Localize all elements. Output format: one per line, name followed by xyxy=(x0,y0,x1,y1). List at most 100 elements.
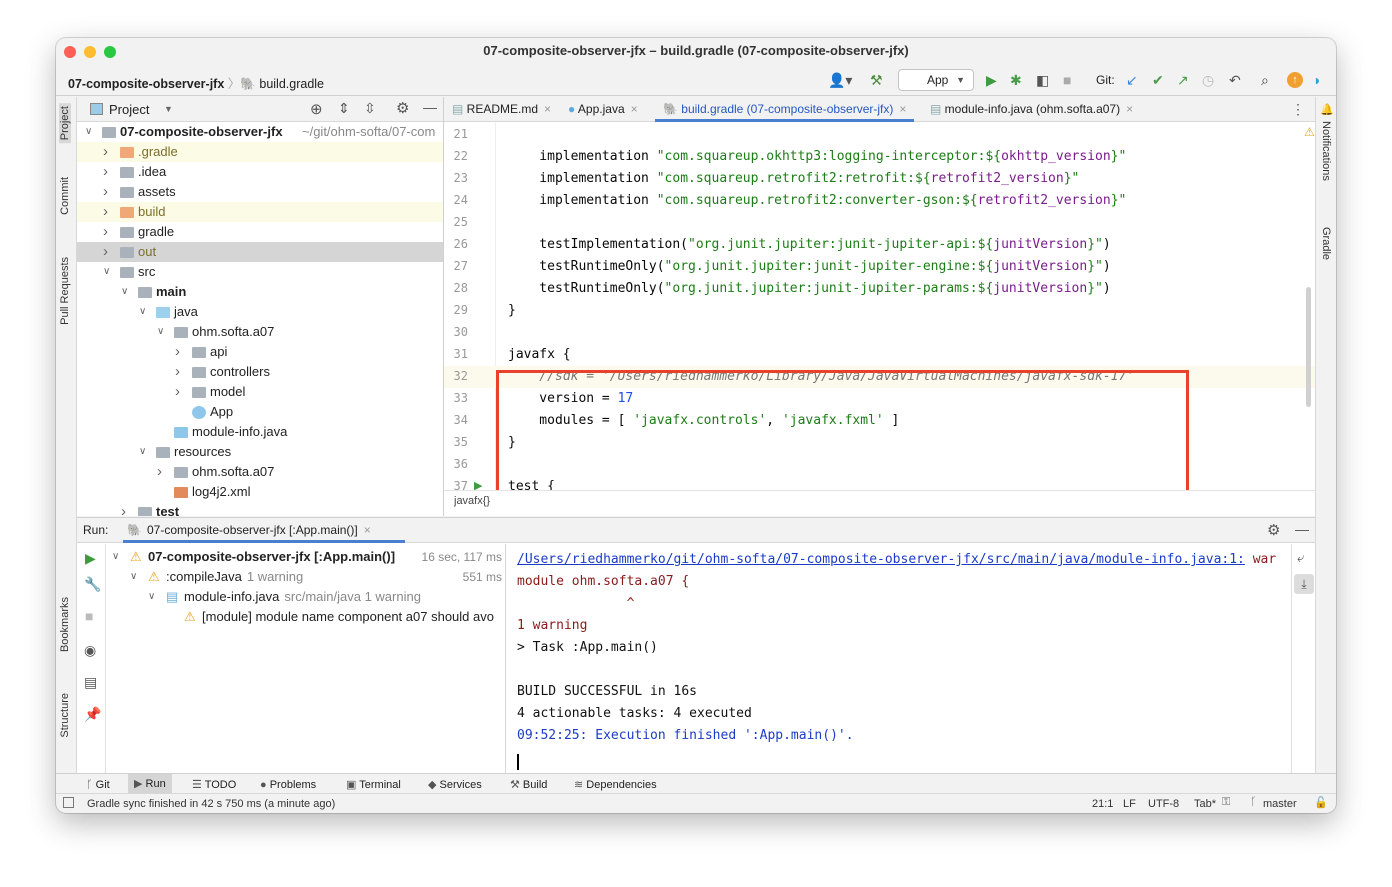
close-tab-icon[interactable]: × xyxy=(631,102,638,116)
chevron-down-icon[interactable]: ∨ xyxy=(130,567,137,587)
chevron-right-icon[interactable]: › xyxy=(157,462,162,482)
git-update-icon[interactable]: ↙ xyxy=(1126,72,1138,89)
close-window-button[interactable] xyxy=(64,46,76,58)
tool-gradle[interactable]: Gradle xyxy=(1320,227,1332,260)
history-icon[interactable]: ◷ xyxy=(1202,72,1214,89)
wrench-icon[interactable]: 🔧 xyxy=(84,576,101,593)
tree-item[interactable]: › test xyxy=(77,502,443,516)
hide-icon[interactable]: — xyxy=(1295,521,1309,537)
run-tree-item[interactable]: ∨ ⚠:compileJava 1 warning 551 ms xyxy=(106,567,505,587)
chevron-right-icon[interactable]: › xyxy=(103,182,108,202)
update-icon[interactable]: ↑ xyxy=(1287,72,1303,88)
tree-item[interactable]: › .idea xyxy=(77,162,443,182)
chevron-down-icon[interactable]: ∨ xyxy=(121,282,128,302)
user-icon[interactable]: 👤▾ xyxy=(828,72,852,89)
chevron-right-icon[interactable]: › xyxy=(103,202,108,222)
chevron-down-icon[interactable]: ▼ xyxy=(164,104,173,114)
gear-icon[interactable]: ⚙ xyxy=(1267,521,1280,539)
status-message[interactable]: Gradle sync finished in 42 s 750 ms (a m… xyxy=(87,798,335,810)
breadcrumb-project[interactable]: 07-composite-observer-jfx xyxy=(68,77,224,91)
search-icon[interactable]: ⌕ xyxy=(1261,72,1269,89)
warning-icon[interactable]: ⚠ xyxy=(1304,125,1315,139)
more-tabs-icon[interactable]: ⋮ xyxy=(1291,101,1305,118)
chevron-right-icon[interactable]: › xyxy=(175,362,180,382)
tool-notifications[interactable]: Notifications xyxy=(1320,121,1332,181)
tool-pull-requests[interactable]: Pull Requests xyxy=(59,257,71,325)
file-encoding[interactable]: UTF-8 xyxy=(1148,798,1179,810)
locate-icon[interactable]: ⊕ xyxy=(310,100,323,118)
tree-item[interactable]: App xyxy=(77,402,443,422)
close-tab-icon[interactable]: × xyxy=(544,102,551,116)
run-tree-item[interactable]: ⚠ [module] module name component a07 shou… xyxy=(106,607,505,627)
soft-wrap-icon[interactable]: ⤶ xyxy=(1297,550,1304,566)
chevron-right-icon[interactable]: › xyxy=(103,242,108,262)
tool-tab-terminal[interactable]: ▣ Terminal xyxy=(346,777,401,793)
chevron-right-icon[interactable]: › xyxy=(103,222,108,242)
run-tab[interactable]: 🐘 07-composite-observer-jfx [:App.main()… xyxy=(123,518,405,543)
editor-scrollbar[interactable] xyxy=(1306,287,1311,407)
tree-item[interactable]: › api xyxy=(77,342,443,362)
tree-item[interactable]: ∨ java xyxy=(77,302,443,322)
scroll-to-end-icon[interactable]: ⤓ xyxy=(1294,574,1314,594)
chevron-right-icon[interactable]: › xyxy=(121,502,126,516)
tool-structure[interactable]: Structure xyxy=(59,693,71,738)
run-tree-item[interactable]: ∨ ⚠ 07-composite-observer-jfx [:App.main()… xyxy=(106,547,505,567)
run-tree-item[interactable]: ∨ ▤ module-info.java src/main/java 1 warnin… xyxy=(106,587,505,607)
tree-item[interactable]: › ohm.softa.a07 xyxy=(77,462,443,482)
tree-item[interactable]: ∨ ohm.softa.a07 xyxy=(77,322,443,342)
chevron-down-icon[interactable]: ∨ xyxy=(85,122,92,142)
stop-icon[interactable]: ■ xyxy=(1063,72,1071,88)
console-line[interactable]: /Users/riedhammerko/git/ohm-softa/07-com… xyxy=(517,552,1276,567)
tool-tab-services[interactable]: ◆ Services xyxy=(428,777,482,793)
editor-tab[interactable]: ▤ module-info.java (ohm.softa.a07) × xyxy=(930,97,1133,122)
tree-item[interactable]: ∨ main xyxy=(77,282,443,302)
eye-icon[interactable]: ◉ xyxy=(84,642,96,659)
run-config-select[interactable]: App ▼ xyxy=(898,69,974,91)
tool-bookmarks[interactable]: Bookmarks xyxy=(59,597,71,652)
layout-icon[interactable]: ▤ xyxy=(84,674,97,691)
chevron-down-icon[interactable]: ∨ xyxy=(139,442,146,462)
expand-all-icon[interactable]: ⇕ xyxy=(338,100,350,117)
tool-tab-build[interactable]: ⚒ Build xyxy=(510,777,547,793)
breadcrumb-file[interactable]: build.gradle xyxy=(259,77,324,91)
chevron-right-icon[interactable]: › xyxy=(103,162,108,182)
project-view-select[interactable]: Project xyxy=(109,102,149,117)
zoom-window-button[interactable] xyxy=(104,46,116,58)
console-output[interactable]: /Users/riedhammerko/git/ohm-softa/07-com… xyxy=(507,544,1291,774)
tree-item[interactable]: ∨ resources xyxy=(77,442,443,462)
tree-item[interactable]: › .gradle xyxy=(77,142,443,162)
debug-icon[interactable]: ✱ xyxy=(1010,72,1022,89)
caret-position[interactable]: 21:1 xyxy=(1092,798,1113,810)
tree-item[interactable]: › out xyxy=(77,242,443,262)
git-commit-icon[interactable]: ✔ xyxy=(1152,72,1164,89)
chevron-down-icon[interactable]: ∨ xyxy=(148,587,155,607)
close-tab-icon[interactable]: × xyxy=(1126,102,1133,116)
pin-icon[interactable]: 📌 xyxy=(84,706,101,723)
close-tab-icon[interactable]: × xyxy=(899,102,906,116)
toggle-tool-windows-icon[interactable] xyxy=(63,797,74,808)
rerun-icon[interactable]: ▶ xyxy=(85,550,96,567)
editor-breadcrumb[interactable]: javafx{} xyxy=(454,495,490,507)
minimize-window-button[interactable] xyxy=(84,46,96,58)
run-icon[interactable]: ▶ xyxy=(986,72,997,89)
coverage-icon[interactable]: ◧ xyxy=(1036,72,1049,89)
tree-root[interactable]: ∨ 07-composite-observer-jfx ~/git/ohm-so… xyxy=(77,122,443,142)
indent-setting[interactable]: Tab* xyxy=(1194,798,1216,810)
notifications-icon[interactable]: 🔔 xyxy=(1320,103,1334,116)
line-separator[interactable]: LF xyxy=(1123,798,1136,810)
tree-item[interactable]: module-info.java xyxy=(77,422,443,442)
tree-item[interactable]: › controllers xyxy=(77,362,443,382)
gear-icon[interactable]: ⚙ xyxy=(396,99,409,117)
tool-tab-problems[interactable]: ● Problems xyxy=(260,777,316,793)
close-tab-icon[interactable]: × xyxy=(364,523,371,537)
chevron-right-icon[interactable]: › xyxy=(175,382,180,402)
code-with-me-icon[interactable]: ◗ xyxy=(1313,72,1321,88)
run-gutter-icon[interactable]: ▶ xyxy=(474,479,482,490)
tool-tab-todo[interactable]: ☰ TODO xyxy=(192,777,236,793)
chevron-right-icon[interactable]: › xyxy=(175,342,180,362)
chevron-down-icon[interactable]: ∨ xyxy=(157,322,164,342)
git-push-icon[interactable]: ↗ xyxy=(1177,72,1189,89)
editor-tab[interactable]: 🐘 build.gradle (07-composite-observer-jf… xyxy=(655,97,915,122)
stop-icon[interactable]: ■ xyxy=(85,608,93,624)
lock-icon[interactable]: 🔓 xyxy=(1314,796,1328,809)
